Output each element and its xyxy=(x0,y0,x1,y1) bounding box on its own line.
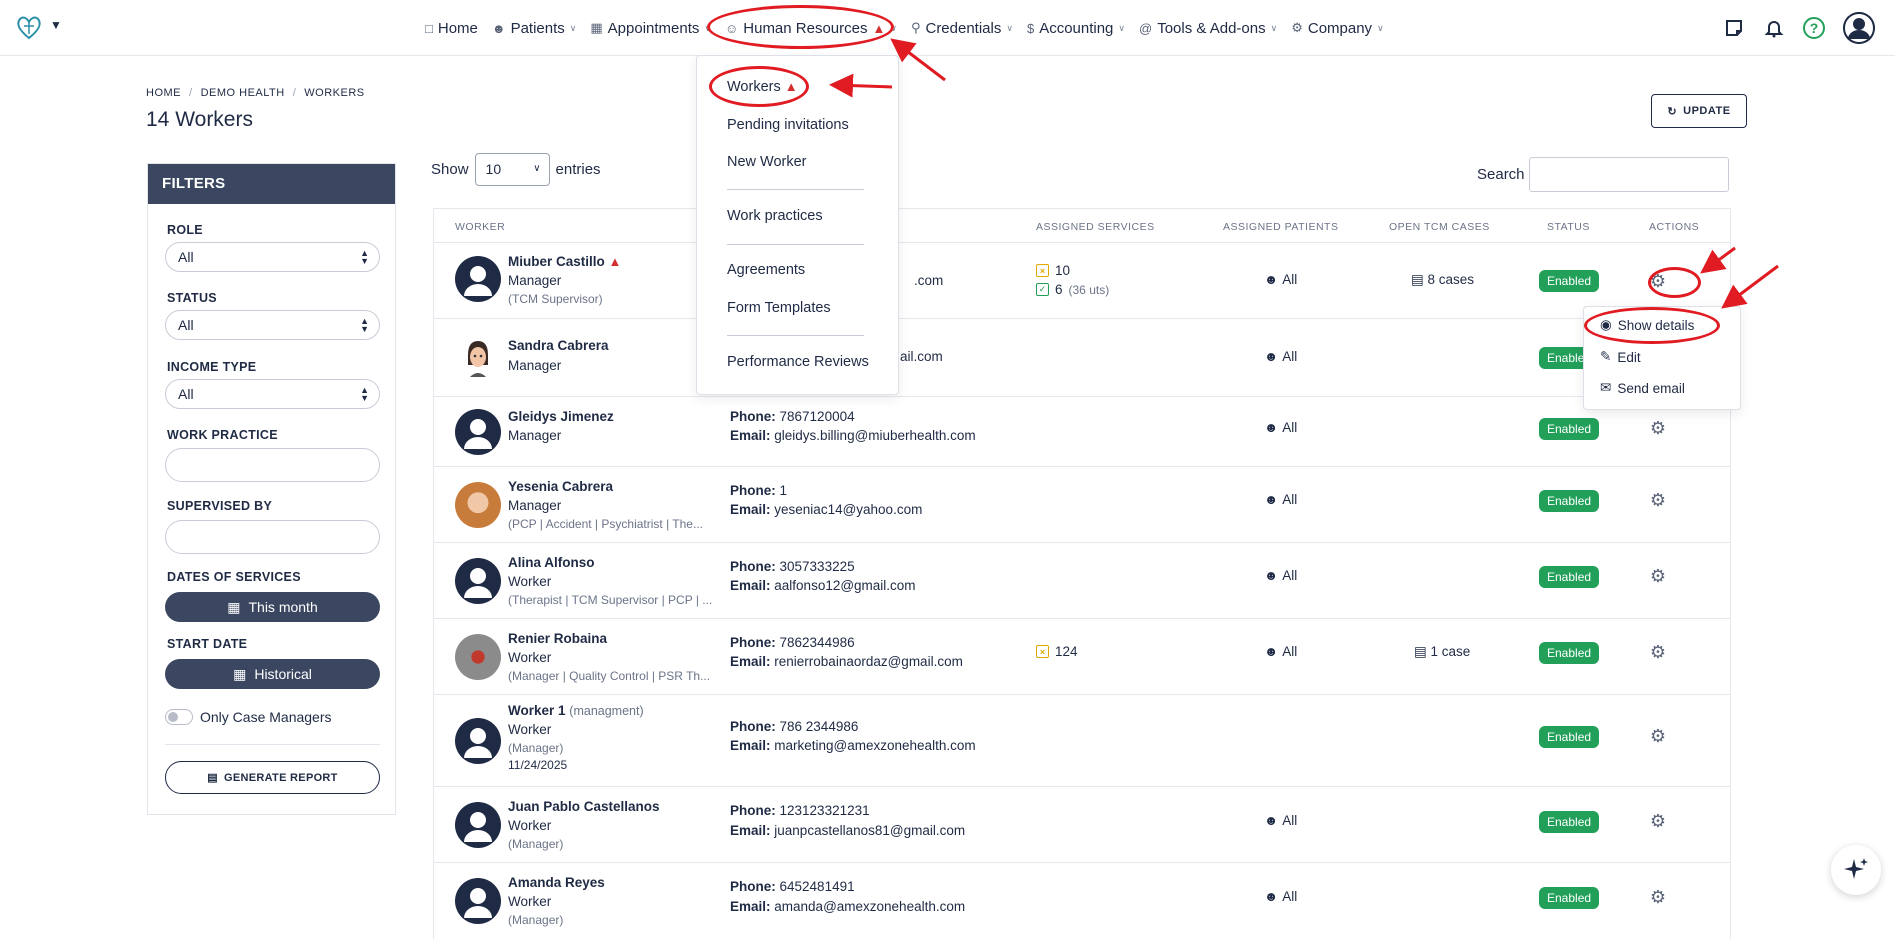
annotation-arrows xyxy=(829,38,1779,309)
